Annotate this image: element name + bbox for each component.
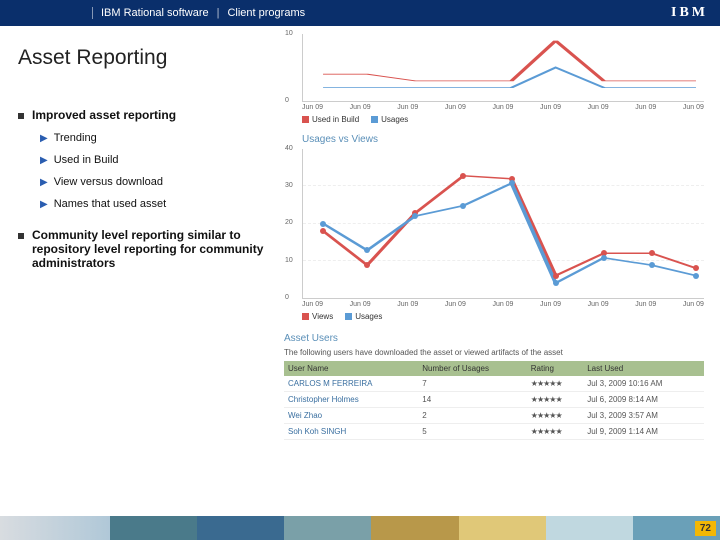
table-row: Christopher Holmes14★★★★★Jul 6, 2009 8:1… — [284, 392, 704, 408]
page-title: Asset Reporting — [18, 46, 270, 70]
ibm-logo: IBM — [671, 5, 708, 21]
chart-main-legend: Views Usages — [302, 312, 704, 321]
separator: | — [217, 7, 220, 19]
brand-label: IBM Rational software — [92, 7, 209, 19]
table-row: CARLOS M FERREIRA7★★★★★Jul 3, 2009 10:16… — [284, 376, 704, 392]
chart-main: 0 10 20 30 40 — [302, 149, 704, 299]
square-bullet-icon — [18, 233, 24, 239]
col-lastused: Last Used — [583, 361, 704, 376]
bullet-improved: Improved asset reporting — [18, 108, 270, 122]
page-number: 72 — [695, 521, 716, 536]
arrow-icon: ▶ — [40, 155, 48, 166]
square-bullet-icon — [18, 113, 24, 119]
table-row: Soh Koh SINGH5★★★★★Jul 9, 2009 1:14 AM — [284, 424, 704, 440]
col-rating: Rating — [527, 361, 583, 376]
content-right: 0 10 Jun 09Jun 09Jun 09Jun 09Jun 09Jun 0… — [280, 26, 720, 440]
chart-main-title: Usages vs Views — [302, 134, 704, 145]
chart-top: 0 10 — [302, 34, 704, 102]
chart-main-xaxis: Jun 09Jun 09Jun 09Jun 09Jun 09Jun 09Jun … — [302, 301, 704, 308]
sub-trending: ▶Trending — [40, 132, 270, 144]
slide-header: IBM Rational software | Client programs … — [0, 0, 720, 26]
arrow-icon: ▶ — [40, 177, 48, 188]
chart-top-legend: Used in Build Usages — [302, 115, 704, 124]
col-username: User Name — [284, 361, 418, 376]
chart-top-xaxis: Jun 09Jun 09Jun 09Jun 09Jun 09Jun 09Jun … — [302, 104, 704, 111]
sub-names-used: ▶Names that used asset — [40, 198, 270, 210]
users-desc: The following users have downloaded the … — [284, 348, 704, 357]
sub-used-in-build: ▶Used in Build — [40, 154, 270, 166]
users-title: Asset Users — [284, 333, 704, 344]
bullet-text: Improved asset reporting — [32, 108, 176, 122]
footer-photo — [0, 516, 110, 540]
content-left: Asset Reporting Improved asset reporting… — [0, 26, 280, 440]
table-row: Wei Zhao2★★★★★Jul 3, 2009 3:57 AM — [284, 408, 704, 424]
sub-view-vs-download: ▶View versus download — [40, 176, 270, 188]
users-table: User Name Number of Usages Rating Last U… — [284, 361, 704, 440]
footer-strip — [0, 516, 720, 540]
footer-stripes — [110, 516, 720, 540]
arrow-icon: ▶ — [40, 133, 48, 144]
bullet-text: Community level reporting similar to rep… — [32, 228, 270, 270]
section-label: Client programs — [227, 7, 305, 19]
col-usages: Number of Usages — [418, 361, 526, 376]
arrow-icon: ▶ — [40, 199, 48, 210]
bullet-community: Community level reporting similar to rep… — [18, 228, 270, 270]
